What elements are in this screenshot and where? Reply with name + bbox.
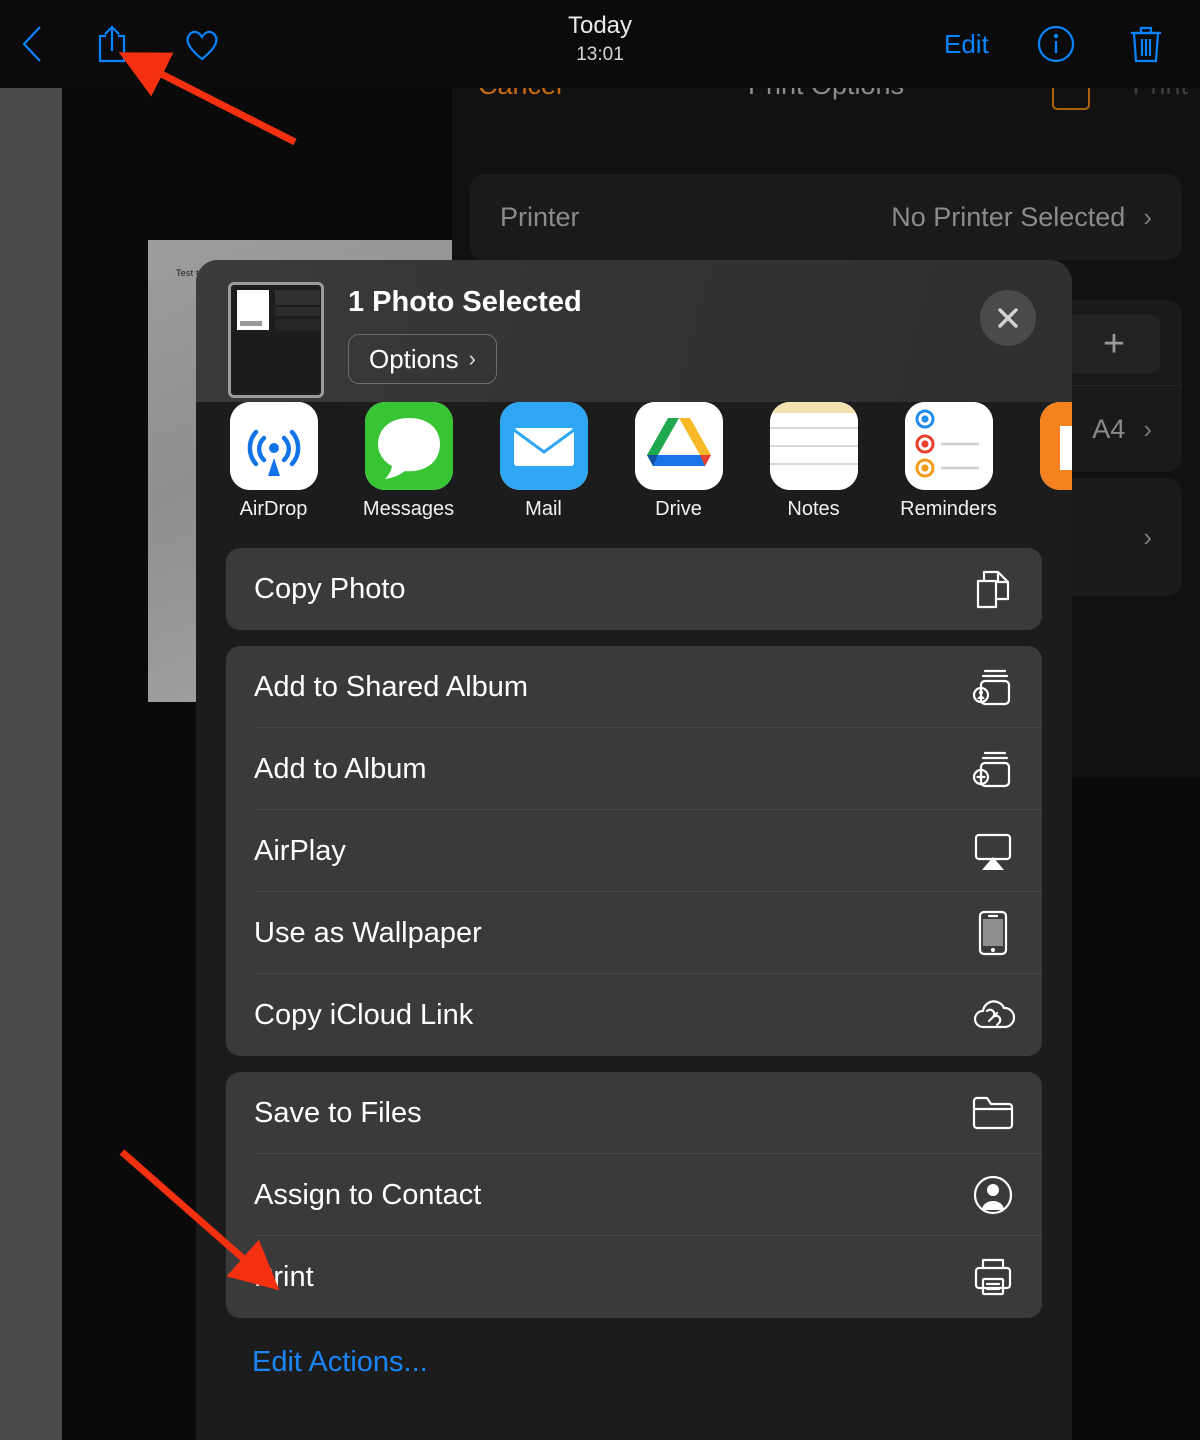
chevron-right-icon: › xyxy=(1143,413,1152,444)
airplay-icon xyxy=(970,828,1016,874)
action-row-add-to-shared-album[interactable]: Add to Shared Album xyxy=(226,646,1042,728)
printer-icon xyxy=(970,1254,1016,1300)
share-app-books[interactable]: B xyxy=(1016,402,1072,532)
left-edge-strip xyxy=(0,88,62,1440)
share-app-notes[interactable]: Notes xyxy=(746,402,881,532)
share-app-airdrop[interactable]: AirDrop xyxy=(206,402,341,532)
share-app-messages[interactable]: Messages xyxy=(341,402,476,532)
copy-icon xyxy=(970,566,1016,612)
share-app-label: Mail xyxy=(525,498,562,520)
screen: Test test test Cancel Print Options Prin… xyxy=(0,0,1200,1440)
options-label: Options xyxy=(369,343,459,374)
share-app-drive[interactable]: Drive xyxy=(611,402,746,532)
messages-icon xyxy=(364,402,453,490)
navigation-bar: Today 13:01 Edit xyxy=(0,0,1200,88)
reminders-icon xyxy=(904,402,993,490)
folder-icon xyxy=(970,1090,1016,1136)
close-icon xyxy=(998,308,1018,328)
action-row-save-to-files[interactable]: Save to Files xyxy=(226,1072,1042,1154)
action-label: Print xyxy=(254,1260,314,1293)
action-label: Copy iCloud Link xyxy=(254,998,474,1031)
printer-card: Printer No Printer Selected › xyxy=(470,174,1182,260)
action-group-2: Add to Shared Album Add to Album AirPlay… xyxy=(226,646,1042,1056)
mail-icon xyxy=(499,402,588,490)
printer-value: No Printer Selected xyxy=(891,201,1126,232)
share-app-label: Drive xyxy=(655,498,702,520)
increase-copies-button[interactable]: + xyxy=(1068,314,1160,374)
options-button[interactable]: Options › xyxy=(348,334,497,384)
notes-icon xyxy=(769,402,858,490)
share-app-reminders[interactable]: Reminders xyxy=(881,402,1016,532)
action-label: Add to Shared Album xyxy=(254,670,529,703)
printer-row[interactable]: Printer No Printer Selected › xyxy=(470,174,1182,260)
share-app-mail[interactable]: Mail xyxy=(476,402,611,532)
share-sheet: 1 Photo Selected Options › AirDrop Messa… xyxy=(196,260,1072,1440)
airdrop-icon xyxy=(229,402,318,490)
page-title: Today xyxy=(567,12,633,39)
add-album-icon xyxy=(970,746,1016,792)
chevron-right-icon: › xyxy=(1143,521,1152,552)
selected-photo-thumbnail[interactable] xyxy=(228,282,324,398)
action-group-1: Copy Photo xyxy=(226,548,1042,630)
action-label: Use as Wallpaper xyxy=(254,916,482,949)
action-row-airplay[interactable]: AirPlay xyxy=(226,810,1042,892)
share-app-label: Reminders xyxy=(900,498,997,520)
chevron-right-icon: › xyxy=(468,346,476,371)
wallpaper-icon xyxy=(970,910,1016,956)
share-apps-row[interactable]: AirDrop Messages Mail Drive Notes Remind… xyxy=(196,402,1072,532)
share-app-label: AirDrop xyxy=(239,498,308,520)
share-app-label: Messages xyxy=(362,498,455,520)
action-label: Assign to Contact xyxy=(254,1178,482,1211)
books-icon xyxy=(1039,402,1072,490)
paper-size-value: A4 xyxy=(1092,413,1126,444)
action-row-print[interactable]: Print xyxy=(226,1236,1042,1318)
printer-label: Printer xyxy=(500,201,580,232)
action-row-use-as-wallpaper[interactable]: Use as Wallpaper xyxy=(226,892,1042,974)
action-label: Add to Album xyxy=(254,752,427,785)
action-label: Save to Files xyxy=(254,1096,422,1129)
shared-album-icon xyxy=(970,664,1016,710)
edit-button[interactable]: Edit xyxy=(944,20,989,68)
share-sheet-title: 1 Photo Selected xyxy=(348,286,582,318)
close-button[interactable] xyxy=(980,290,1036,346)
share-sheet-header: 1 Photo Selected Options › xyxy=(196,260,1072,402)
trash-icon xyxy=(1131,26,1161,63)
info-circle-icon xyxy=(1037,25,1075,63)
google-drive-icon xyxy=(634,402,723,490)
contact-icon xyxy=(970,1172,1016,1218)
action-label: Copy Photo xyxy=(254,572,406,605)
info-button[interactable] xyxy=(1030,18,1082,70)
delete-button[interactable] xyxy=(1120,18,1172,70)
chevron-right-icon: › xyxy=(1143,201,1152,232)
action-label: AirPlay xyxy=(254,834,346,867)
icloud-link-icon xyxy=(970,992,1016,1038)
action-row-assign-to-contact[interactable]: Assign to Contact xyxy=(226,1154,1042,1236)
action-row-copy-icloud-link[interactable]: Copy iCloud Link xyxy=(226,974,1042,1056)
print-options-header: Cancel Print Options Print xyxy=(452,66,1200,146)
page-subtitle: 13:01 xyxy=(576,44,624,65)
action-row-add-to-album[interactable]: Add to Album xyxy=(226,728,1042,810)
edit-actions-button[interactable]: Edit Actions... xyxy=(252,1346,1072,1379)
action-group-3: Save to Files Assign to Contact Print xyxy=(226,1072,1042,1318)
share-app-label: Notes xyxy=(787,498,840,520)
action-row-copy-photo[interactable]: Copy Photo xyxy=(226,548,1042,630)
